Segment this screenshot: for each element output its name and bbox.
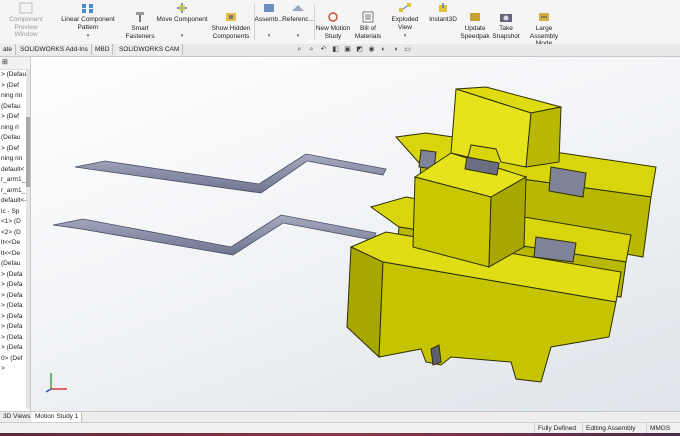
graphics-area[interactable] [31, 57, 680, 411]
zoom-to-fit-icon[interactable]: ⌕ [295, 45, 304, 54]
move-component-button[interactable]: Move Component ▾ [156, 2, 208, 42]
section-view-icon[interactable]: ◧ [331, 45, 340, 54]
chevron-down-icon[interactable]: ▾ [268, 33, 271, 41]
tab-solidworks-add-ins[interactable]: SOLIDWORKS Add-Ins [17, 44, 92, 55]
feature-manager-tree: ⊞ > (Defau > (Def ning rin (Defau > (Def ning… [0, 57, 31, 411]
view-settings-icon[interactable]: ▭ [403, 45, 412, 54]
chevron-down-icon[interactable]: ▾ [87, 33, 90, 41]
view-orientation-icon[interactable]: ▣ [343, 45, 352, 54]
speedpak-icon [470, 13, 480, 21]
chevron-down-icon[interactable]: ▾ [404, 33, 407, 41]
component-preview-window-button[interactable]: Component Preview Window [4, 2, 48, 42]
bill-of-materials-icon [362, 11, 374, 23]
exploded-view-icon [399, 3, 411, 12]
fastener-icon [136, 12, 144, 22]
command-manager-ribbon: Component Preview Window Linear Componen… [0, 0, 680, 47]
gripper-body[interactable] [346, 86, 657, 383]
chevron-down-icon[interactable]: ▾ [181, 33, 184, 41]
assembly-model[interactable] [31, 57, 680, 411]
reference-geometry-icon [292, 5, 304, 11]
reference-triad [45, 373, 67, 393]
display-style-icon[interactable]: ◩ [355, 45, 364, 54]
assembly-features-icon [264, 4, 274, 12]
reference-geometry-button[interactable]: Referenc... ▾ [282, 2, 314, 42]
tab-3d-views[interactable]: 3D Views [0, 412, 35, 422]
previous-view-icon[interactable]: ↶ [319, 45, 328, 54]
hide-show-items-icon[interactable]: ◉ [367, 45, 376, 54]
motion-study-icon [328, 12, 338, 22]
linear-pattern-icon [82, 4, 93, 13]
exploded-view-button[interactable]: Exploded View ▾ [384, 2, 426, 42]
fork-arm-lower[interactable] [52, 214, 377, 256]
show-hidden-icon [226, 13, 236, 21]
tab-motion-study-1[interactable]: Motion Study 1 [32, 412, 83, 422]
tab-evaluate[interactable]: ate [0, 44, 17, 55]
assembly-features-button[interactable]: Assemb... ▾ [255, 2, 283, 42]
apply-scene-icon[interactable]: ◑ [391, 45, 400, 54]
tab-mbd[interactable]: MBD [92, 44, 114, 55]
large-assembly-icon [539, 13, 549, 21]
zoom-area-icon[interactable]: ⌕ [307, 45, 316, 54]
chevron-down-icon[interactable]: ▾ [297, 33, 300, 41]
edit-appearance-icon[interactable]: ◐ [379, 45, 388, 54]
tree-scroll-thumb[interactable] [26, 117, 30, 187]
linear-component-pattern-button[interactable]: Linear Component Pattern ▾ [50, 2, 126, 42]
instant3d-button[interactable]: Instant3D [427, 2, 459, 42]
instant3d-icon [439, 3, 447, 12]
preview-window-icon [19, 2, 33, 14]
camera-icon [500, 14, 512, 22]
heads-up-view-toolbar: ⌕ ⌕ ↶ ◧ ▣ ◩ ◉ ◐ ◑ ▭ [295, 45, 412, 55]
z-axis-icon [45, 388, 52, 393]
move-component-icon [177, 3, 187, 13]
tab-solidworks-cam[interactable]: SOLIDWORKS CAM [116, 44, 184, 55]
filter-icon[interactable]: ⊞ [2, 58, 8, 66]
fork-arm-upper[interactable] [74, 153, 387, 194]
